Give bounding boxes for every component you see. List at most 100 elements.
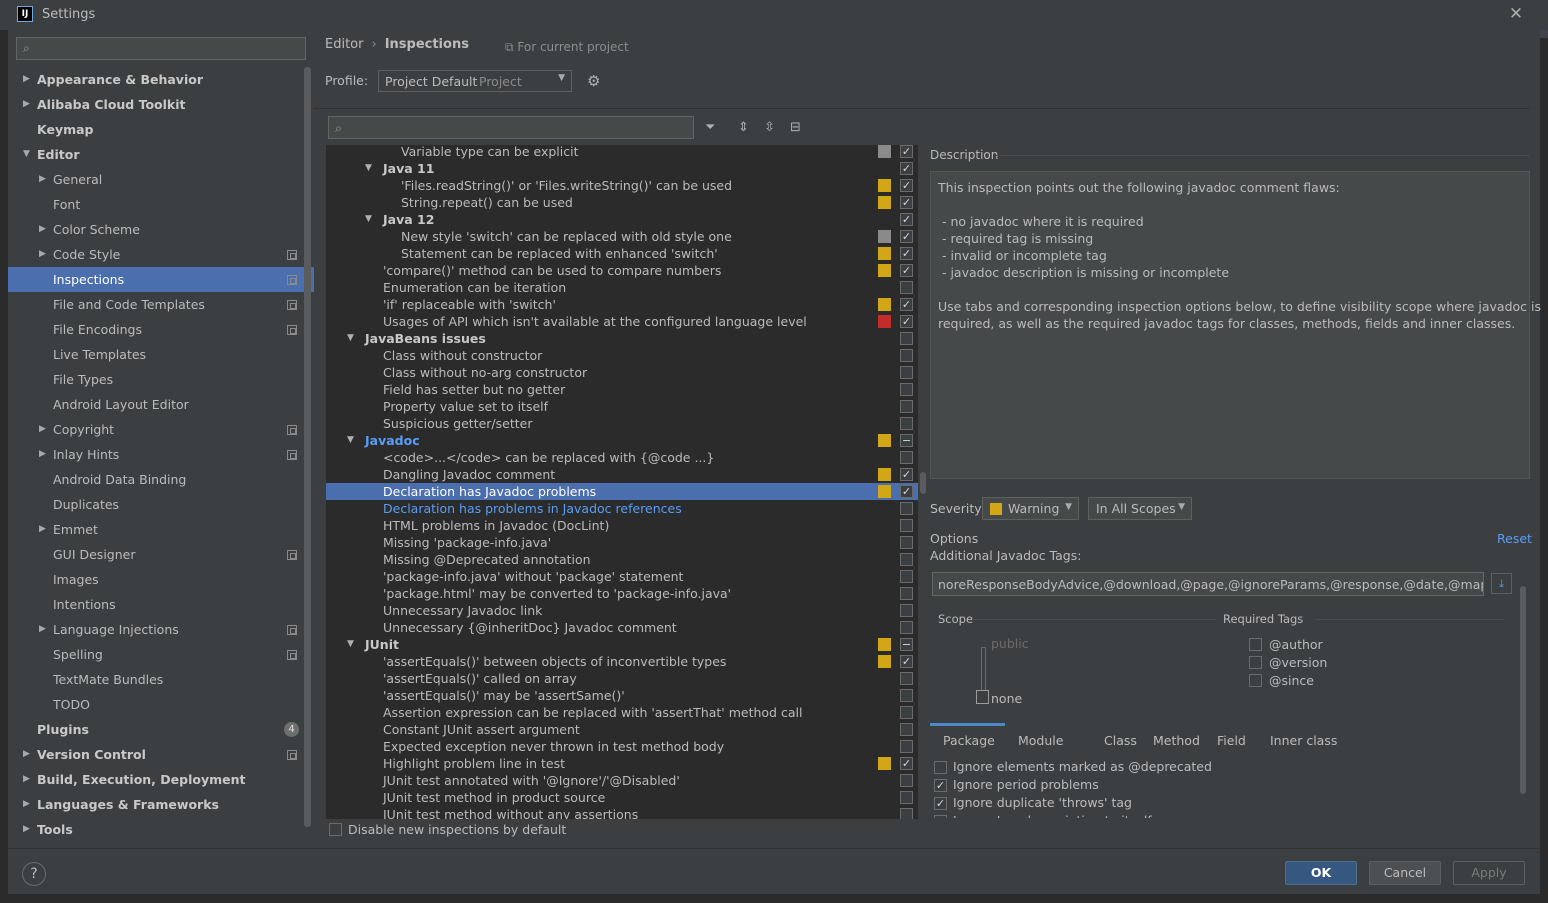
sidebar-item-tools[interactable]: ▶ Tools (8, 817, 314, 842)
inspection-row[interactable]: String.repeat() can be used ✓ (326, 194, 918, 211)
inspection-row[interactable]: JUnit test method without any assertions (326, 806, 918, 819)
chevron-right-icon[interactable]: ▶ (39, 617, 51, 642)
collapse-all-icon[interactable]: ⇳ (764, 120, 775, 135)
inspection-enabled-checkbox[interactable] (900, 740, 913, 753)
sidebar-item-images[interactable]: Images (8, 567, 314, 592)
reset-to-default-icon[interactable]: ⊟ (790, 120, 801, 135)
inspection-enabled-checkbox[interactable]: − (900, 434, 913, 447)
inspection-row[interactable]: Variable type can be explicit ✓ (326, 145, 918, 160)
sidebar-item-android-layout-editor[interactable]: Android Layout Editor (8, 392, 314, 417)
scope-select[interactable]: In All Scopes ▼ (1088, 497, 1192, 520)
expand-field-button[interactable]: ⤓ (1491, 573, 1512, 594)
option-checkbox[interactable] (934, 815, 947, 818)
sidebar-item-inlay-hints[interactable]: ▶ Inlay Hints (8, 442, 314, 467)
inspection-row[interactable]: Dangling Javadoc comment ✓ (326, 466, 918, 483)
chevron-right-icon[interactable]: ▶ (39, 442, 51, 467)
reset-link[interactable]: Reset (1497, 531, 1532, 546)
tab-class[interactable]: Class (1104, 733, 1137, 748)
close-icon[interactable]: ✕ (1507, 4, 1525, 24)
sidebar-item-file-types[interactable]: File Types (8, 367, 314, 392)
tab-method[interactable]: Method (1153, 733, 1200, 748)
inspection-enabled-checkbox[interactable]: ✓ (900, 655, 913, 668)
chevron-right-icon[interactable]: ▶ (23, 742, 35, 767)
sidebar-item-copyright[interactable]: ▶ Copyright (8, 417, 314, 442)
sidebar-item-emmet[interactable]: ▶ Emmet (8, 517, 314, 542)
sidebar-item-textmate-bundles[interactable]: TextMate Bundles (8, 667, 314, 692)
disable-new-inspections-checkbox[interactable] (329, 823, 342, 836)
inspection-row[interactable]: JUnit test annotated with '@Ignore'/'@Di… (326, 772, 918, 789)
inspection-enabled-checkbox[interactable] (900, 604, 913, 617)
ok-button[interactable]: OK (1285, 861, 1357, 885)
inspection-enabled-checkbox[interactable] (900, 587, 913, 600)
sidebar-item-intentions[interactable]: Intentions (8, 592, 314, 617)
inspection-row[interactable]: Suspicious getter/setter (326, 415, 918, 432)
sidebar-item-color-scheme[interactable]: ▶ Color Scheme (8, 217, 314, 242)
inspection-enabled-checkbox[interactable] (900, 281, 913, 294)
inspection-row[interactable]: 'Files.readString()' or 'Files.writeStri… (326, 177, 918, 194)
sidebar-scrollbar[interactable] (304, 67, 311, 827)
inspection-group[interactable]: ▼ JavaBeans issues (326, 330, 918, 347)
since-tag-checkbox[interactable] (1249, 674, 1262, 687)
sidebar-item-editor[interactable]: ▼ Editor (8, 142, 314, 167)
inspection-enabled-checkbox[interactable] (900, 723, 913, 736)
inspection-enabled-checkbox[interactable]: ✓ (900, 315, 913, 328)
inspection-enabled-checkbox[interactable] (900, 570, 913, 583)
inspection-enabled-checkbox[interactable] (900, 791, 913, 804)
inspection-row[interactable]: Highlight problem line in test ✓ (326, 755, 918, 772)
option-checkbox[interactable]: ✓ (934, 779, 947, 792)
inspection-enabled-checkbox[interactable] (900, 383, 913, 396)
inspection-group[interactable]: ▼ Java 12 ✓ (326, 211, 918, 228)
sidebar-item-file-encodings[interactable]: File Encodings (8, 317, 314, 342)
scope-slider-thumb[interactable] (976, 690, 989, 704)
inspection-enabled-checkbox[interactable]: ✓ (900, 162, 913, 175)
inspection-enabled-checkbox[interactable] (900, 689, 913, 702)
breadcrumb-editor[interactable]: Editor (325, 37, 363, 52)
inspection-row[interactable]: 'package-info.java' without 'package' st… (326, 568, 918, 585)
inspection-row[interactable]: Property value set to itself (326, 398, 918, 415)
profile-select[interactable]: Project Default Project ▼ (378, 70, 572, 92)
version-tag-checkbox[interactable] (1249, 656, 1262, 669)
chevron-right-icon[interactable]: ▶ (23, 92, 35, 117)
chevron-right-icon[interactable]: ▶ (39, 167, 51, 192)
inspection-enabled-checkbox[interactable]: ✓ (900, 757, 913, 770)
inspection-enabled-checkbox[interactable] (900, 400, 913, 413)
chevron-right-icon[interactable]: ▶ (23, 792, 35, 817)
inspection-enabled-checkbox[interactable]: − (900, 638, 913, 651)
sidebar-item-alibaba-cloud-toolkit[interactable]: ▶ Alibaba Cloud Toolkit (8, 92, 314, 117)
inspection-enabled-checkbox[interactable]: ✓ (900, 196, 913, 209)
inspection-group[interactable]: ▼ Java 11 ✓ (326, 160, 918, 177)
sidebar-item-inspections[interactable]: Inspections (8, 267, 314, 292)
sidebar-item-language-injections[interactable]: ▶ Language Injections (8, 617, 314, 642)
inspection-row[interactable]: Enumeration can be iteration (326, 279, 918, 296)
inspection-row[interactable]: Field has setter but no getter (326, 381, 918, 398)
sidebar-item-spelling[interactable]: Spelling (8, 642, 314, 667)
option-checkbox[interactable]: ✓ (934, 797, 947, 810)
sidebar-item-gui-designer[interactable]: GUI Designer (8, 542, 314, 567)
inspection-row[interactable]: 'assertEquals()' called on array (326, 670, 918, 687)
inspection-row[interactable]: Class without no-arg constructor (326, 364, 918, 381)
inspection-tree-scrollbar[interactable] (920, 472, 926, 494)
sidebar-item-live-templates[interactable]: Live Templates (8, 342, 314, 367)
inspection-row[interactable]: Unnecessary Javadoc link (326, 602, 918, 619)
inspection-enabled-checkbox[interactable]: ✓ (900, 145, 913, 158)
inspection-enabled-checkbox[interactable] (900, 706, 913, 719)
inspection-group[interactable]: ▼ JUnit − (326, 636, 918, 653)
inspection-enabled-checkbox[interactable] (900, 349, 913, 362)
inspection-row[interactable]: Statement can be replaced with enhanced … (326, 245, 918, 262)
chevron-right-icon[interactable]: ▶ (39, 242, 51, 267)
inspection-row[interactable]: 'compare()' method can be used to compar… (326, 262, 918, 279)
inspection-row[interactable]: JUnit test method in product source (326, 789, 918, 806)
inspection-enabled-checkbox[interactable] (900, 536, 913, 549)
cancel-button[interactable]: Cancel (1369, 861, 1441, 885)
inspection-enabled-checkbox[interactable] (900, 502, 913, 515)
inspection-row[interactable]: Unnecessary {@inheritDoc} Javadoc commen… (326, 619, 918, 636)
inspection-row[interactable]: New style 'switch' can be replaced with … (326, 228, 918, 245)
inspection-row[interactable]: Missing @Deprecated annotation (326, 551, 918, 568)
inspection-enabled-checkbox[interactable] (900, 621, 913, 634)
inspection-enabled-checkbox[interactable]: ✓ (900, 179, 913, 192)
inspection-row[interactable]: 'package.html' may be converted to 'pack… (326, 585, 918, 602)
inspection-row[interactable]: Declaration has problems in Javadoc refe… (326, 500, 918, 517)
inspection-row[interactable]: Usages of API which isn't available at t… (326, 313, 918, 330)
chevron-down-icon[interactable]: ▼ (347, 432, 354, 449)
sidebar-item-build-execution-deployment[interactable]: ▶ Build, Execution, Deployment (8, 767, 314, 792)
